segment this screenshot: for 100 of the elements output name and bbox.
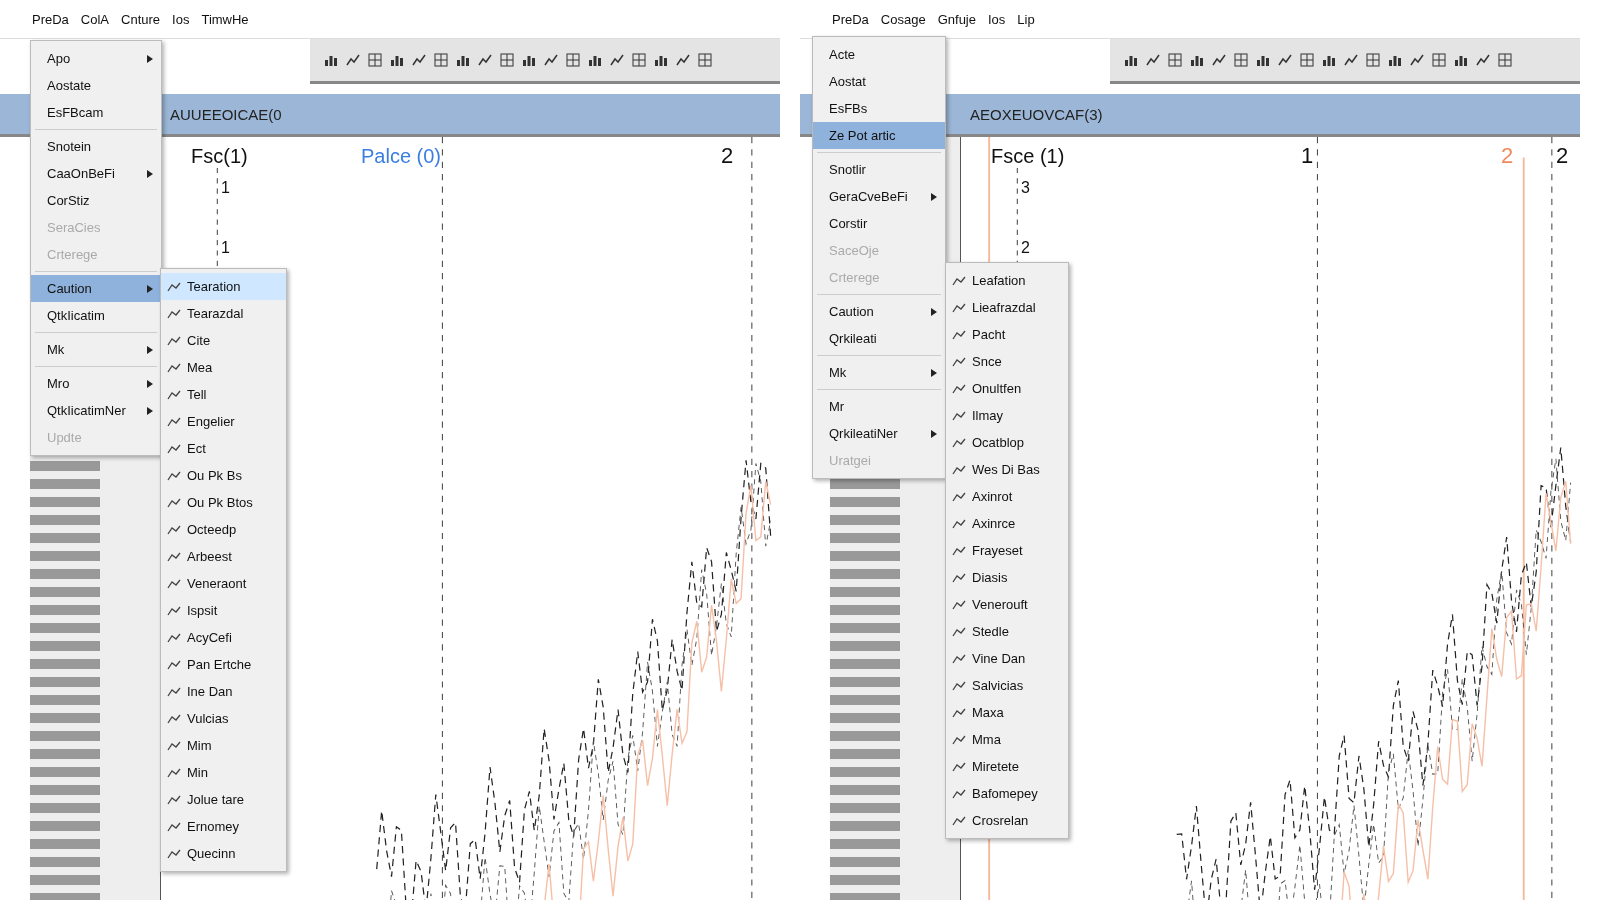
menu-item[interactable]: GeraCveBeFi — [813, 183, 945, 210]
menu-item[interactable]: Tearazdal — [161, 300, 286, 327]
menu-item[interactable]: Corstir — [813, 210, 945, 237]
menu-item[interactable]: QrkileatiNer — [813, 420, 945, 447]
menu-item[interactable]: Ine Dan — [161, 678, 286, 705]
menu-item[interactable]: AcyCefi — [161, 624, 286, 651]
menu-item[interactable]: Tearation — [161, 273, 286, 300]
menu-item[interactable]: Ou Pk Bs — [161, 462, 286, 489]
menu-item[interactable]: Caution — [31, 275, 161, 302]
menu-item[interactable]: Vine Dan — [946, 645, 1068, 672]
menubar-item[interactable]: Ios — [988, 11, 1006, 27]
menu-item[interactable]: Ocatblop — [946, 429, 1068, 456]
line-chart-icon[interactable] — [610, 53, 624, 67]
menu-item[interactable]: Cite — [161, 327, 286, 354]
line-chart-icon[interactable] — [346, 53, 360, 67]
menu-item[interactable]: Diasis — [946, 564, 1068, 591]
menu-item[interactable]: EsFBs — [813, 95, 945, 122]
grid-icon[interactable] — [1168, 53, 1182, 67]
bar-chart-icon[interactable] — [456, 53, 470, 67]
menu-item[interactable]: Frayeset — [946, 537, 1068, 564]
menu-item[interactable]: CorStiz — [31, 187, 161, 214]
line-chart-icon[interactable] — [1278, 53, 1292, 67]
line-chart-icon[interactable] — [544, 53, 558, 67]
menu-item[interactable]: Ispsit — [161, 597, 286, 624]
menubar-item[interactable]: Ios — [172, 11, 190, 27]
menu-item[interactable]: Quecinn — [161, 840, 286, 867]
menu-item[interactable]: QtkIicatimNer — [31, 397, 161, 424]
menu-item[interactable]: Snce — [946, 348, 1068, 375]
grid-icon[interactable] — [1234, 53, 1248, 67]
bar-chart-icon[interactable] — [1388, 53, 1402, 67]
bar-chart-icon[interactable] — [1124, 53, 1138, 67]
menu-item[interactable]: Lieafrazdal — [946, 294, 1068, 321]
menu-item[interactable]: Pan Ertche — [161, 651, 286, 678]
menu-item[interactable]: Stedle — [946, 618, 1068, 645]
menu-item[interactable]: Axinrce — [946, 510, 1068, 537]
menu-item[interactable]: Pacht — [946, 321, 1068, 348]
bar-chart-icon[interactable] — [522, 53, 536, 67]
menu-item[interactable]: Salvicias — [946, 672, 1068, 699]
grid-icon[interactable] — [698, 53, 712, 67]
menu-item[interactable]: Aostate — [31, 72, 161, 99]
menu-item[interactable]: Tell — [161, 381, 286, 408]
menu-item[interactable]: Bafomepey — [946, 780, 1068, 807]
line-chart-icon[interactable] — [676, 53, 690, 67]
line-chart-icon[interactable] — [1212, 53, 1226, 67]
grid-icon[interactable] — [1366, 53, 1380, 67]
menu-item[interactable]: Arbeest — [161, 543, 286, 570]
menu-item[interactable]: Engelier — [161, 408, 286, 435]
menu-item[interactable]: Axinrot — [946, 483, 1068, 510]
menu-item[interactable]: Wes Di Bas — [946, 456, 1068, 483]
menu-item[interactable]: Mma — [946, 726, 1068, 753]
menu-item[interactable]: Snotein — [31, 133, 161, 160]
menu-item[interactable]: CaaOnBeFi — [31, 160, 161, 187]
menu-item[interactable]: Ze Pot artic — [813, 122, 945, 149]
menubar-item[interactable]: ColA — [80, 11, 110, 27]
menubar-item[interactable]: Gnfuje — [937, 11, 976, 27]
grid-icon[interactable] — [500, 53, 514, 67]
menu-item[interactable]: Vulcias — [161, 705, 286, 732]
menu-item[interactable]: Mr — [813, 393, 945, 420]
grid-icon[interactable] — [1432, 53, 1446, 67]
bar-chart-icon[interactable] — [390, 53, 404, 67]
menu-item[interactable]: Mk — [31, 336, 161, 363]
line-chart-icon[interactable] — [412, 53, 426, 67]
line-chart-icon[interactable] — [1410, 53, 1424, 67]
menubar-item[interactable]: PreDa — [32, 11, 69, 27]
menu-item[interactable]: Aostat — [813, 68, 945, 95]
menu-item[interactable]: Mea — [161, 354, 286, 381]
menu-item[interactable]: Crosrelan — [946, 807, 1068, 834]
grid-icon[interactable] — [368, 53, 382, 67]
menu-item[interactable]: QtkIicatim — [31, 302, 161, 329]
menu-item[interactable]: Min — [161, 759, 286, 786]
menu-item[interactable]: Ernomey — [161, 813, 286, 840]
menubar-item[interactable]: PreDa — [832, 11, 869, 27]
menu-item[interactable]: Snotlir — [813, 156, 945, 183]
menu-item[interactable]: Ect — [161, 435, 286, 462]
bar-chart-icon[interactable] — [1190, 53, 1204, 67]
line-chart-icon[interactable] — [478, 53, 492, 67]
menu-item[interactable]: Jolue tare — [161, 786, 286, 813]
line-chart-icon[interactable] — [1344, 53, 1358, 67]
grid-icon[interactable] — [632, 53, 646, 67]
bar-chart-icon[interactable] — [1322, 53, 1336, 67]
grid-icon[interactable] — [566, 53, 580, 67]
menu-item[interactable]: Mk — [813, 359, 945, 386]
menu-item[interactable]: Maxa — [946, 699, 1068, 726]
menu-item[interactable]: Apo — [31, 45, 161, 72]
menubar-item[interactable]: TimwHe — [201, 11, 249, 27]
menu-item[interactable]: Venerouft — [946, 591, 1068, 618]
menu-item[interactable]: EsFBcam — [31, 99, 161, 126]
bar-chart-icon[interactable] — [1454, 53, 1468, 67]
menu-item[interactable]: Miretete — [946, 753, 1068, 780]
menu-item[interactable]: Onultfen — [946, 375, 1068, 402]
bar-chart-icon[interactable] — [324, 53, 338, 67]
menu-item[interactable]: Veneraont — [161, 570, 286, 597]
bar-chart-icon[interactable] — [1256, 53, 1270, 67]
grid-icon[interactable] — [1498, 53, 1512, 67]
menu-item[interactable]: Mro — [31, 370, 161, 397]
menubar-item[interactable]: Cosage — [880, 11, 926, 27]
menu-item[interactable]: Mim — [161, 732, 286, 759]
grid-icon[interactable] — [1300, 53, 1314, 67]
menu-item[interactable]: Ilmay — [946, 402, 1068, 429]
bar-chart-icon[interactable] — [654, 53, 668, 67]
